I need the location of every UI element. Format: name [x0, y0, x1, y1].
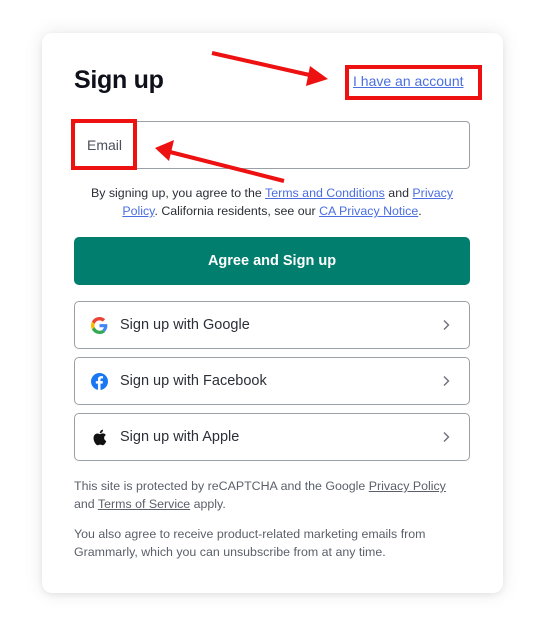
google-privacy-link[interactable]: Privacy Policy	[369, 479, 446, 493]
have-account-link[interactable]: I have an account	[353, 73, 464, 89]
chevron-right-icon	[443, 432, 450, 442]
consent-middle: . California residents, see our	[154, 204, 320, 218]
apple-signup-label: Sign up with Apple	[120, 429, 240, 445]
recaptcha-prefix: This site is protected by reCAPTCHA and …	[74, 479, 369, 493]
chevron-right-icon	[443, 376, 450, 386]
recaptcha-and: and	[74, 497, 98, 511]
marketing-notice: You also agree to receive product-relate…	[74, 527, 426, 559]
facebook-signup-label: Sign up with Facebook	[120, 373, 267, 389]
google-signup-button[interactable]: Sign up with Google	[74, 301, 470, 349]
consent-and: and	[384, 186, 413, 200]
recaptcha-suffix: apply.	[190, 497, 226, 511]
facebook-signup-button[interactable]: Sign up with Facebook	[74, 357, 470, 405]
apple-signup-button[interactable]: Sign up with Apple	[74, 413, 470, 461]
consent-text: By signing up, you agree to the Terms an…	[74, 184, 470, 220]
google-signup-label: Sign up with Google	[120, 317, 250, 333]
consent-suffix: .	[418, 204, 422, 218]
consent-prefix: By signing up, you agree to the	[90, 186, 266, 200]
recaptcha-notice: This site is protected by reCAPTCHA and …	[74, 477, 470, 513]
email-field[interactable]	[74, 121, 470, 169]
signup-card: Sign up I have an account By signing up,…	[42, 33, 503, 593]
facebook-icon	[91, 372, 108, 390]
chevron-right-icon	[443, 320, 450, 330]
page-title: Sign up	[74, 66, 164, 94]
terms-link[interactable]: Terms and Conditions	[265, 186, 385, 200]
google-icon	[91, 316, 108, 334]
ca-privacy-link[interactable]: CA Privacy Notice	[319, 204, 418, 218]
terms-of-service-link[interactable]: Terms of Service	[98, 497, 190, 511]
apple-icon	[91, 429, 108, 446]
agree-signup-button[interactable]: Agree and Sign up	[74, 237, 470, 285]
